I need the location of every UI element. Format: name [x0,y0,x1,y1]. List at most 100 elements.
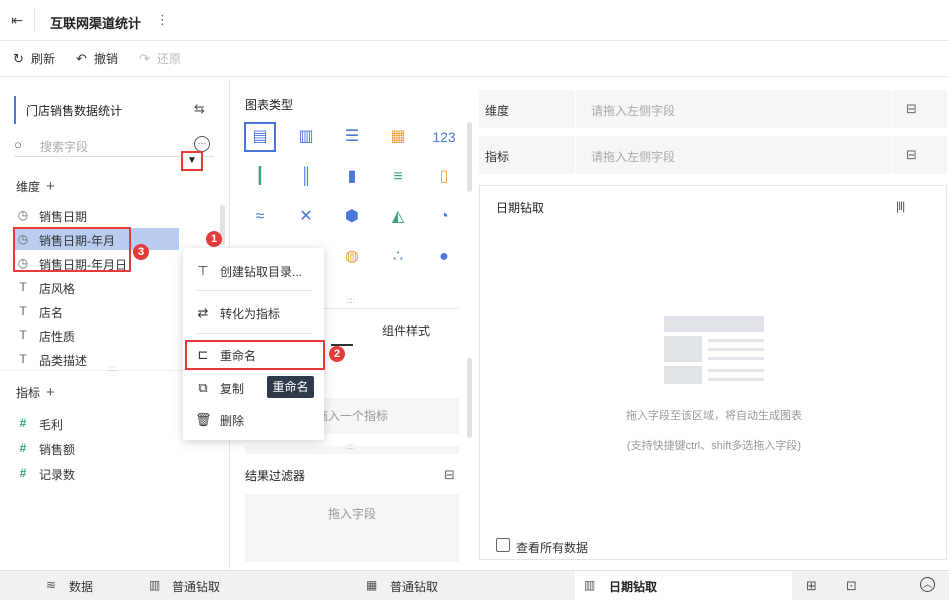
chart-settings-icon[interactable]: |‖| [896,199,905,213]
add-dimension-icon[interactable]: + [46,178,55,195]
measure-item[interactable]: # 记录数 [14,462,194,484]
menu-item-label: 删除 [220,414,245,428]
tab-normal-drill-dashboard[interactable]: ▦ 普通钻取 [358,571,575,600]
show-all-data-label: 查看所有数据 [516,541,589,555]
add-measure-icon[interactable]: + [46,384,55,401]
gauge-chart-icon[interactable]: ◔ [428,202,460,232]
tab-date-drill[interactable]: ▥ 日期钻取 [575,571,792,600]
menu-item-convert-measure[interactable]: ⇄ 转化为指标 [183,298,324,326]
field-label: 品类描述 [39,354,88,368]
chart-type-scrollbar[interactable] [467,122,472,192]
measure-header: 指标 + [16,384,55,401]
dimension-title: 维度 [16,180,41,194]
switch-dataset-icon[interactable]: ⇆ [194,101,205,117]
table-chart-icon[interactable]: ▤ [244,122,276,152]
tab-normal-drill[interactable]: ▥ 普通钻取 [140,571,358,600]
exit-icon[interactable]: ⇤ [8,11,26,29]
area-chart-icon[interactable]: ◭ [382,202,414,232]
show-all-data-checkbox[interactable] [496,538,510,552]
dimension-header: 维度 + [16,178,55,195]
tab-label: 普通钻取 [390,580,439,594]
toolbar: ↻ 刷新 ↶ 撤销 ↷ 还原 [0,41,949,77]
clock-icon: ◷ [17,208,29,222]
collapse-icon[interactable]: ︿ [920,577,935,592]
placeholder-line [708,378,764,381]
dimension-shelf[interactable] [479,90,947,128]
filter-drop-zone[interactable]: 拖入字段 [245,494,459,562]
dimension-item[interactable]: T 店名 [14,300,194,322]
line-chart-icon[interactable]: ≈ [244,202,276,232]
resize-handle[interactable]: :::: [108,364,117,373]
dimension-item[interactable]: ◷ 销售日期 [14,204,194,226]
chart-icon: ▥ [149,578,161,592]
text-icon: T [19,328,27,342]
divider [891,90,892,128]
add-component-icon[interactable]: ⊞ [806,578,817,594]
sheet-tab-bar: ≋ 数据 ▥ 普通钻取 ▦ 普通钻取 ▥ 日期钻取 ⊞ ⊡ ︿ [0,570,949,600]
redo-label: 还原 [157,52,182,66]
redo-icon: ↷ [139,51,150,66]
dimension-item[interactable]: T 店性质 [14,324,194,346]
menu-divider [195,333,312,334]
divider [575,90,576,128]
undo-button[interactable]: ↶ 撤销 [76,51,118,67]
resize-handle[interactable]: :::: [346,296,355,305]
menu-item-label: 创建钻取目录... [220,265,303,279]
placeholder-block [664,366,702,384]
measure-item[interactable]: # 毛利 [14,412,194,434]
kpi-card-icon[interactable]: ▦ [382,122,414,152]
placeholder-line [708,348,764,351]
search-input[interactable]: 搜索字段 [40,138,88,155]
measure-shelf[interactable] [479,136,947,174]
field-label: 店名 [39,306,64,320]
field-dropdown-button[interactable]: ▼ [181,151,203,171]
config-scrollbar[interactable] [467,358,472,438]
redo-button[interactable]: ↷ 还原 [139,51,181,67]
menu-item-delete[interactable]: 🗑 删除 [183,405,324,433]
tab-label: 数据 [69,580,94,594]
add-dashboard-icon[interactable]: ⊡ [846,578,857,594]
bubble-chart-icon[interactable]: ● [428,242,460,272]
horizontal-bar-icon[interactable]: ≡ [382,162,414,192]
copy-icon: ⧉ [198,380,208,395]
scatter-chart-icon[interactable]: ∴ [382,242,414,272]
number-chart-icon[interactable]: 123 [428,122,460,152]
undo-icon: ↶ [76,51,87,66]
filter-settings-icon[interactable]: ⊟ [444,467,455,483]
refresh-button[interactable]: ↻ 刷新 [13,51,55,67]
shelf-settings-icon[interactable]: ⊟ [906,101,917,117]
dimension-shelf-placeholder: 请拖入左侧字段 [591,104,676,118]
dimension-item[interactable]: T 店风格 [14,276,194,298]
placeholder-line [708,369,764,372]
more-menu-icon[interactable]: ⋮ [156,12,169,28]
trash-icon: 🗑 [195,412,212,427]
tab-label: 普通钻取 [172,580,221,594]
multi-line-icon[interactable]: ✕ [290,202,322,232]
crosstab-chart-icon[interactable]: ▥ [290,122,322,152]
chart-canvas[interactable]: 日期钻取 |‖| 拖入字段至该区域，将自动生成图表 (支持快捷键ctrl、shi… [479,185,947,560]
measure-item[interactable]: # 销售额 [14,437,194,459]
stacked-bar-icon[interactable]: ┃ [244,162,276,192]
column-chart-icon[interactable]: ▮ [336,162,368,192]
text-icon: T [19,304,27,318]
resize-handle[interactable]: :::: [346,442,355,451]
detail-table-icon[interactable]: ☰ [336,122,368,152]
dimension-item[interactable]: T 品类描述 [14,348,194,370]
search-icon: ○ [14,137,22,152]
field-label: 记录数 [39,468,76,482]
radar-chart-icon[interactable]: ⬢ [336,202,368,232]
dataset-selector[interactable]: 门店销售数据统计 ⇆ [14,96,214,124]
map-chart-icon[interactable]: ◍ [336,242,368,272]
annotation-box [13,227,131,272]
waterfall-icon[interactable]: ▯ [428,162,460,192]
database-icon: ≋ [46,578,57,592]
measure-title: 指标 [16,386,41,400]
shelf-settings-icon[interactable]: ⊟ [906,147,917,163]
field-label: 销售额 [39,443,76,457]
grouped-bar-icon[interactable]: ║ [290,162,322,192]
tab-component-style[interactable]: 组件样式 [382,322,430,339]
menu-item-label: 转化为指标 [220,307,281,321]
more-options-icon[interactable]: ··· [194,136,210,152]
tab-data[interactable]: ≋ 数据 [30,571,140,600]
menu-item-create-drill[interactable]: ⊤ 创建钻取目录... [183,256,324,284]
